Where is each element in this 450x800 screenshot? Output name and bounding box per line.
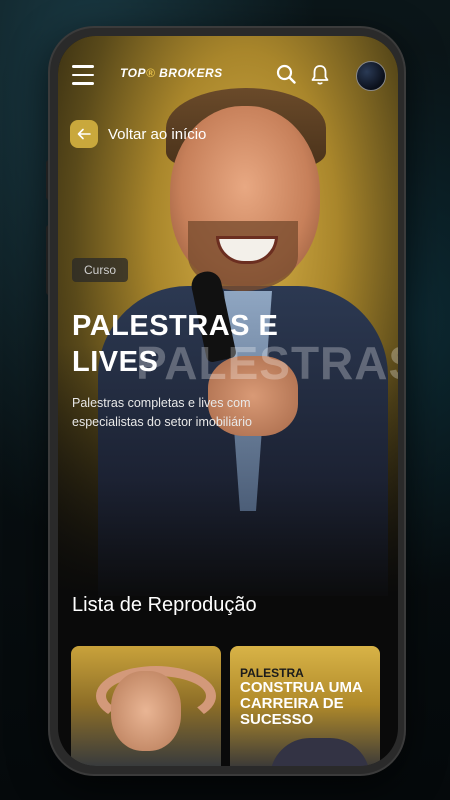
top-bar: TOP® BROKERS: [58, 61, 398, 102]
page-description: Palestras completas e lives com especial…: [72, 396, 252, 429]
card-thumbnail-face: [111, 671, 181, 751]
app-screen: PALESTRAS TOP® BROKERS Voltar ao início …: [58, 36, 398, 766]
card-thumbnail-people: [270, 738, 370, 766]
playlist-card[interactable]: PALESTRA CONSTRUA UMA CARREIRA DE SUCESS…: [230, 646, 380, 766]
category-badge: Curso: [72, 258, 129, 282]
bell-icon[interactable]: [310, 64, 330, 86]
playlist-card[interactable]: [71, 646, 221, 766]
playlist-title: Lista de Reprodução: [72, 594, 257, 616]
logo-main-text: TOP: [120, 66, 146, 80]
back-to-home-button[interactable]: Voltar ao início: [70, 120, 206, 148]
logo-accent: ®: [145, 66, 156, 80]
avatar[interactable]: [356, 61, 386, 91]
app-logo[interactable]: TOP® BROKERS: [120, 66, 223, 80]
arrow-left-icon[interactable]: [70, 120, 98, 148]
hamburger-menu-icon[interactable]: [72, 65, 94, 85]
page-title: PALESTRAS E LIVES: [72, 310, 279, 378]
back-label[interactable]: Voltar ao início: [108, 126, 206, 143]
card-title: CONSTRUA UMA CARREIRA DE SUCESSO: [240, 679, 363, 728]
logo-accent-text: BROKERS: [159, 66, 223, 80]
card-tag: PALESTRA: [240, 666, 304, 680]
search-icon[interactable]: [276, 64, 296, 84]
